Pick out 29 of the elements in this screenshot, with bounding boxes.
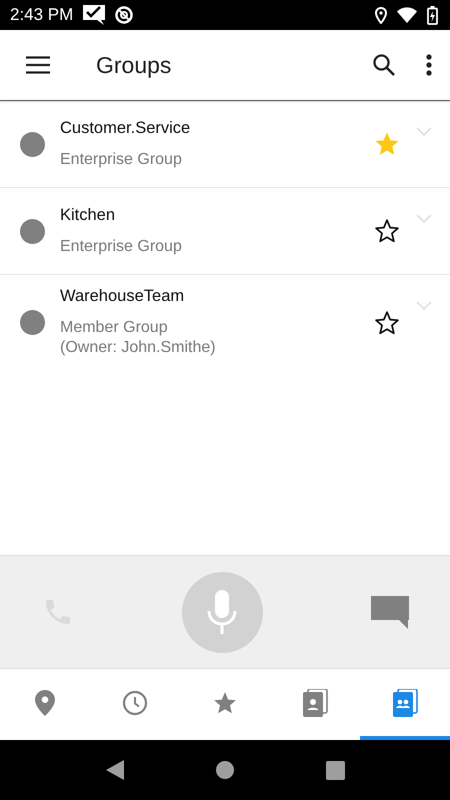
group-detail: Enterprise Group <box>60 236 183 256</box>
screen-title: Groups <box>96 52 172 78</box>
group-detail: Member Group <box>60 318 169 338</box>
wifi-icon <box>397 7 417 23</box>
group-detail: (Owner: John.Smithe) <box>60 338 217 358</box>
group-avatar <box>20 218 45 244</box>
contact-card-icon <box>302 688 328 716</box>
map-pin-icon <box>35 690 55 716</box>
location-icon <box>375 6 387 24</box>
battery-charging-icon <box>427 6 438 24</box>
group-name: Customer.Service <box>60 118 192 138</box>
recents-icon[interactable] <box>326 760 344 780</box>
group-name: Kitchen <box>60 206 116 224</box>
group-row[interactable]: Kitchen Enterprise Group <box>0 188 450 275</box>
group-detail: Enterprise Group <box>60 150 183 170</box>
group-name: WarehouseTeam <box>60 287 186 306</box>
status-time: 2:43 PM <box>10 5 74 25</box>
back-icon[interactable] <box>106 760 124 780</box>
microphone-icon <box>205 590 239 634</box>
group-card-icon <box>392 688 418 716</box>
group-avatar <box>20 310 45 335</box>
group-row[interactable]: Customer.Service Enterprise Group <box>0 101 450 188</box>
group-row[interactable]: WarehouseTeam Member Group (Owner: John.Smithe) <box>0 275 450 370</box>
clock-icon <box>122 690 148 716</box>
more-vertical-icon <box>426 54 432 76</box>
home-icon[interactable] <box>216 761 234 779</box>
blocked-circle-icon <box>115 6 134 24</box>
message-check-icon <box>83 5 106 25</box>
group-avatar <box>20 132 45 156</box>
